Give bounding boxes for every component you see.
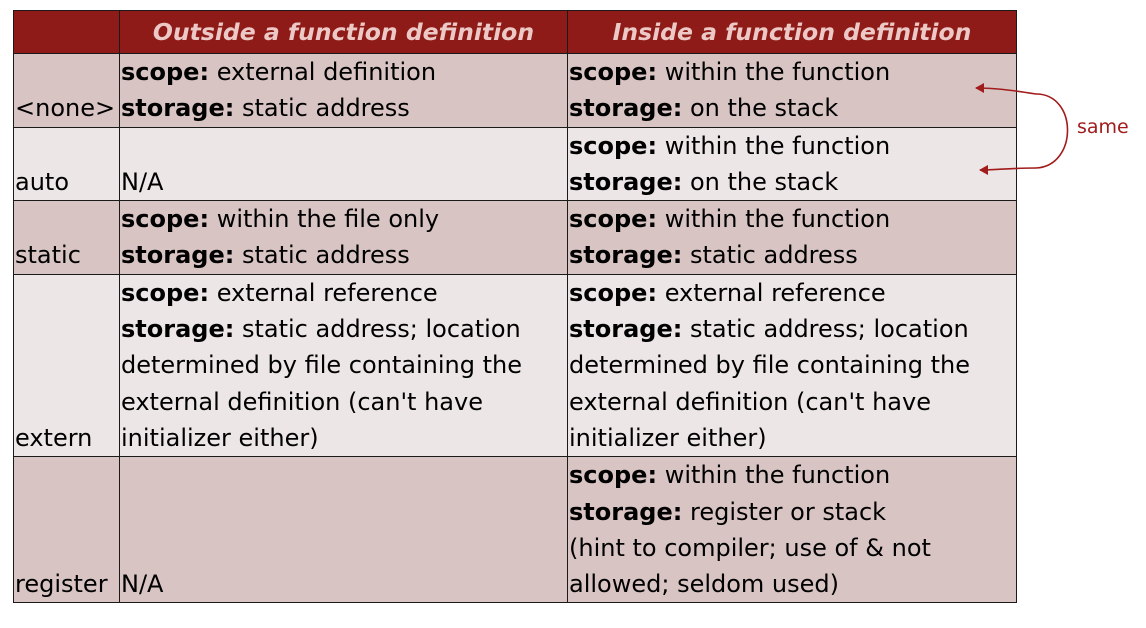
field-value: within the function <box>657 131 891 160</box>
cell-line: external definition (can't have <box>569 384 1016 420</box>
storage-keyword-cell: extern <box>13 273 120 458</box>
cell-line: initializer either) <box>121 420 567 456</box>
field-label: storage: <box>121 241 235 270</box>
field-value: static address; location <box>234 315 521 344</box>
field-label: storage: <box>569 167 683 196</box>
cell-line: N/A <box>121 566 567 602</box>
outside-function-cell: scope: external reference storage: static… <box>119 273 568 458</box>
table-row: register N/A scope: within the function sto… <box>13 456 1017 604</box>
field-label: storage: <box>569 241 683 270</box>
field-value: static address <box>234 94 410 123</box>
field-label: scope: <box>569 461 658 490</box>
same-label: same <box>1077 116 1129 138</box>
cell-line: scope: within the function <box>569 128 1016 164</box>
cell-line: storage: on the stack <box>569 90 1016 126</box>
field-label: scope: <box>569 278 658 307</box>
field-value: N/A <box>121 570 164 599</box>
field-label: storage: <box>121 315 235 344</box>
storage-keyword-cell: register <box>13 456 120 604</box>
storage-keyword-cell: static <box>13 200 120 275</box>
field-value: external reference <box>209 278 438 307</box>
field-label: scope: <box>569 205 658 234</box>
field-value: within the function <box>657 205 891 234</box>
cell-line: (hint to compiler; use of & not <box>569 530 1016 566</box>
field-label: storage: <box>121 94 235 123</box>
cell-line: scope: within the function <box>569 458 1016 494</box>
cell-line: allowed; seldom used) <box>569 566 1016 602</box>
cell-line: scope: external reference <box>569 275 1016 311</box>
cell-line: scope: within the function <box>569 54 1016 90</box>
cell-line: scope: external definition <box>121 54 567 90</box>
table-body: <none> scope: external definition storage:… <box>13 53 1017 604</box>
storage-keyword-cell: <none> <box>13 53 120 128</box>
field-value: allowed; seldom used) <box>569 570 840 599</box>
table-row: static scope: within the file only storage… <box>13 200 1017 275</box>
field-value: external definition (can't have <box>569 387 931 416</box>
table-row: <none> scope: external definition storage:… <box>13 53 1017 128</box>
storage-class-table: Outside a function definition Inside a f… <box>13 10 1017 604</box>
outside-function-cell: scope: external definition storage: stati… <box>119 53 568 128</box>
table-row: auto N/A scope: within the function storage… <box>13 126 1017 202</box>
table-row: extern scope: external reference storage: … <box>13 273 1017 458</box>
header-outside-function: Outside a function definition <box>119 10 568 54</box>
cell-line: storage: on the stack <box>569 164 1016 200</box>
cell-line: storage: static address; location <box>569 311 1016 347</box>
field-value: on the stack <box>682 167 839 196</box>
cell-line: storage: static address <box>121 237 567 273</box>
header-inside-function: Inside a function definition <box>567 10 1017 54</box>
cell-line: scope: external reference <box>121 275 567 311</box>
field-label: scope: <box>121 58 210 86</box>
field-label: scope: <box>121 278 210 307</box>
cell-line: storage: register or stack <box>569 494 1016 530</box>
field-label: storage: <box>569 94 683 123</box>
outside-function-cell: N/A <box>119 456 568 604</box>
inside-function-cell: scope: external reference storage: static… <box>567 273 1017 458</box>
cell-line: storage: static address <box>121 90 567 126</box>
cell-line: determined by file containing the <box>569 347 1016 383</box>
field-value: within the function <box>657 461 891 490</box>
field-value: initializer either) <box>121 423 319 452</box>
field-label: scope: <box>569 58 658 86</box>
cell-line: N/A <box>121 164 567 200</box>
field-label: storage: <box>569 497 683 526</box>
field-value: on the stack <box>682 94 839 123</box>
cell-line: storage: static address; location <box>121 311 567 347</box>
field-value: determined by file containing the <box>121 351 522 380</box>
inside-function-cell: scope: within the function storage: regis… <box>567 456 1017 604</box>
field-value: within the file only <box>209 205 440 234</box>
field-value: external definition <box>209 58 437 86</box>
curved-arrow-icon <box>1035 93 1069 169</box>
field-value: static address; location <box>682 315 969 344</box>
field-value: static address <box>682 241 858 270</box>
field-value: N/A <box>121 167 164 196</box>
field-label: storage: <box>569 315 683 344</box>
cell-line: scope: within the function <box>569 202 1016 238</box>
field-label: scope: <box>121 205 210 234</box>
field-value: (hint to compiler; use of & not <box>569 533 931 562</box>
field-value: external reference <box>657 278 886 307</box>
inside-function-cell: scope: within the function storage: stati… <box>567 200 1017 275</box>
storage-keyword-cell: auto <box>13 126 120 202</box>
outside-function-cell: N/A <box>119 126 568 202</box>
field-value: external definition (can't have <box>121 387 483 416</box>
cell-line: determined by file containing the <box>121 347 567 383</box>
field-value: determined by file containing the <box>569 351 970 380</box>
outside-function-cell: scope: within the file only storage: stat… <box>119 200 568 275</box>
header-corner-cell <box>13 10 120 54</box>
cell-line: external definition (can't have <box>121 384 567 420</box>
field-value: within the function <box>657 58 891 86</box>
cell-line: scope: within the file only <box>121 202 567 238</box>
inside-function-cell: scope: within the function storage: on th… <box>567 126 1017 202</box>
cell-line: storage: static address <box>569 237 1016 273</box>
field-label: scope: <box>569 131 658 160</box>
field-value: initializer either) <box>569 423 767 452</box>
inside-function-cell: scope: within the function storage: on th… <box>567 53 1017 128</box>
field-value: static address <box>234 241 410 270</box>
field-value: register or stack <box>682 497 887 526</box>
cell-line: initializer either) <box>569 420 1016 456</box>
header-row: Outside a function definition Inside a f… <box>13 10 1017 54</box>
